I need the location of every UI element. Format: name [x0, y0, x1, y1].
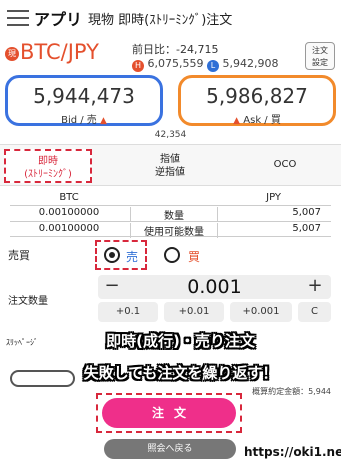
quantity-label: 注文数量	[8, 296, 48, 307]
bid-price-button[interactable]: 5,944,473 Bid / 売 ▲	[5, 75, 163, 126]
table-row: 0.00100000 使用可能数量 5,007	[10, 221, 331, 238]
balance-right-header: JPY	[266, 192, 281, 203]
table-row: 0.00100000 数量 5,007	[10, 205, 331, 222]
quantity-stepper: − 0.001 +	[98, 275, 331, 299]
tab-oco[interactable]: OCO	[245, 145, 325, 187]
balance-right-value: 5,007	[292, 207, 321, 218]
order-settings-label-2: 設定	[312, 58, 328, 67]
bid-price: 5,944,473	[33, 84, 135, 108]
order-button[interactable]: 注文	[102, 398, 236, 428]
bid-label-text: Bid / 売	[61, 115, 97, 126]
caption-line-1: 即時(成行)・売り注文	[106, 332, 255, 350]
tab-limit-label-2: 逆指値	[155, 167, 185, 178]
sell-option-label[interactable]: 売	[126, 248, 138, 265]
increment-0.01-button[interactable]: +0.01	[164, 302, 224, 322]
buy-radio[interactable]	[164, 247, 180, 263]
header-bar: アプリ 現物 即時(ｽﾄﾘｰﾐﾝｸﾞ)注文	[0, 0, 341, 34]
balance-left-value: 0.00100000	[38, 223, 100, 234]
page-title: 現物 即時(ｽﾄﾘｰﾐﾝｸﾞ)注文	[88, 13, 233, 28]
tab-market-label-1: 即時	[38, 156, 58, 167]
estimated-amount: 概算約定金額：5,944	[252, 387, 331, 396]
high-value: 6,075,559	[147, 57, 204, 70]
balance-row-label: 使用可能数量	[130, 223, 218, 238]
app-label: アプリ	[34, 10, 83, 29]
back-to-inquiry-button[interactable]: 照会へ戻る	[104, 439, 236, 459]
increment-0.1-button[interactable]: +0.1	[98, 302, 158, 322]
previous-day-change: 前日比：-24,715	[132, 43, 219, 56]
clear-button[interactable]: C	[298, 302, 331, 322]
site-url: https://oki1.net	[244, 445, 341, 459]
order-type-tabs: 即時 (ｽﾄﾘｰﾐﾝｸﾞ) 指値 逆指値 OCO	[0, 144, 341, 186]
tab-market-streaming[interactable]: 即時 (ｽﾄﾘｰﾐﾝｸﾞ)	[4, 149, 92, 183]
buy-option-label[interactable]: 買	[188, 248, 200, 265]
balance-left-value: 0.00100000	[38, 207, 100, 218]
ask-label: ▲ Ask / 買	[181, 111, 333, 126]
low-icon: L	[206, 60, 219, 72]
balance-row-label: 数量	[130, 207, 218, 222]
increment-0.001-button[interactable]: +0.001	[230, 302, 292, 322]
caption-line-2: 失敗しても注文を繰り返す！	[83, 364, 278, 382]
order-settings-button[interactable]: 注文 設定	[305, 42, 335, 70]
balance-header: BTC JPY	[10, 192, 331, 205]
low-value: 5,942,908	[222, 57, 279, 70]
currency-pair: BTC/JPY	[20, 40, 99, 64]
sell-radio[interactable]	[104, 247, 120, 263]
side-label: 売買	[8, 249, 30, 262]
high-icon: H	[132, 60, 144, 72]
balance-left-header: BTC	[59, 192, 79, 203]
spread-value: 42,354	[154, 130, 187, 140]
ask-price: 5,986,827	[206, 84, 308, 108]
sell-radio-frame	[95, 240, 147, 270]
tab-limit-label-1: 指値	[160, 154, 180, 165]
up-triangle-icon: ▲	[233, 116, 241, 126]
ask-price-button[interactable]: 5,986,827 ▲ Ask / 買	[178, 75, 336, 126]
order-settings-label-1: 注文	[312, 46, 328, 55]
ask-label-text: Ask / 買	[243, 115, 281, 126]
tab-limit-stop[interactable]: 指値 逆指値	[130, 145, 210, 187]
tab-market-label-2: (ｽﾄﾘｰﾐﾝｸﾞ)	[24, 169, 72, 180]
bid-label: Bid / 売 ▲	[8, 111, 160, 126]
menu-icon[interactable]	[7, 10, 29, 26]
quantity-input[interactable]: 0.001	[98, 276, 331, 298]
balance-right-value: 5,007	[292, 223, 321, 234]
spot-badge: 現	[5, 47, 19, 61]
plus-button[interactable]: +	[305, 275, 325, 296]
up-triangle-icon: ▲	[99, 116, 107, 126]
high-low-row: H 6,075,559 L 5,942,908	[132, 57, 278, 72]
balance-table: BTC JPY 0.00100000 数量 5,007 0.00100000 使…	[10, 192, 331, 238]
